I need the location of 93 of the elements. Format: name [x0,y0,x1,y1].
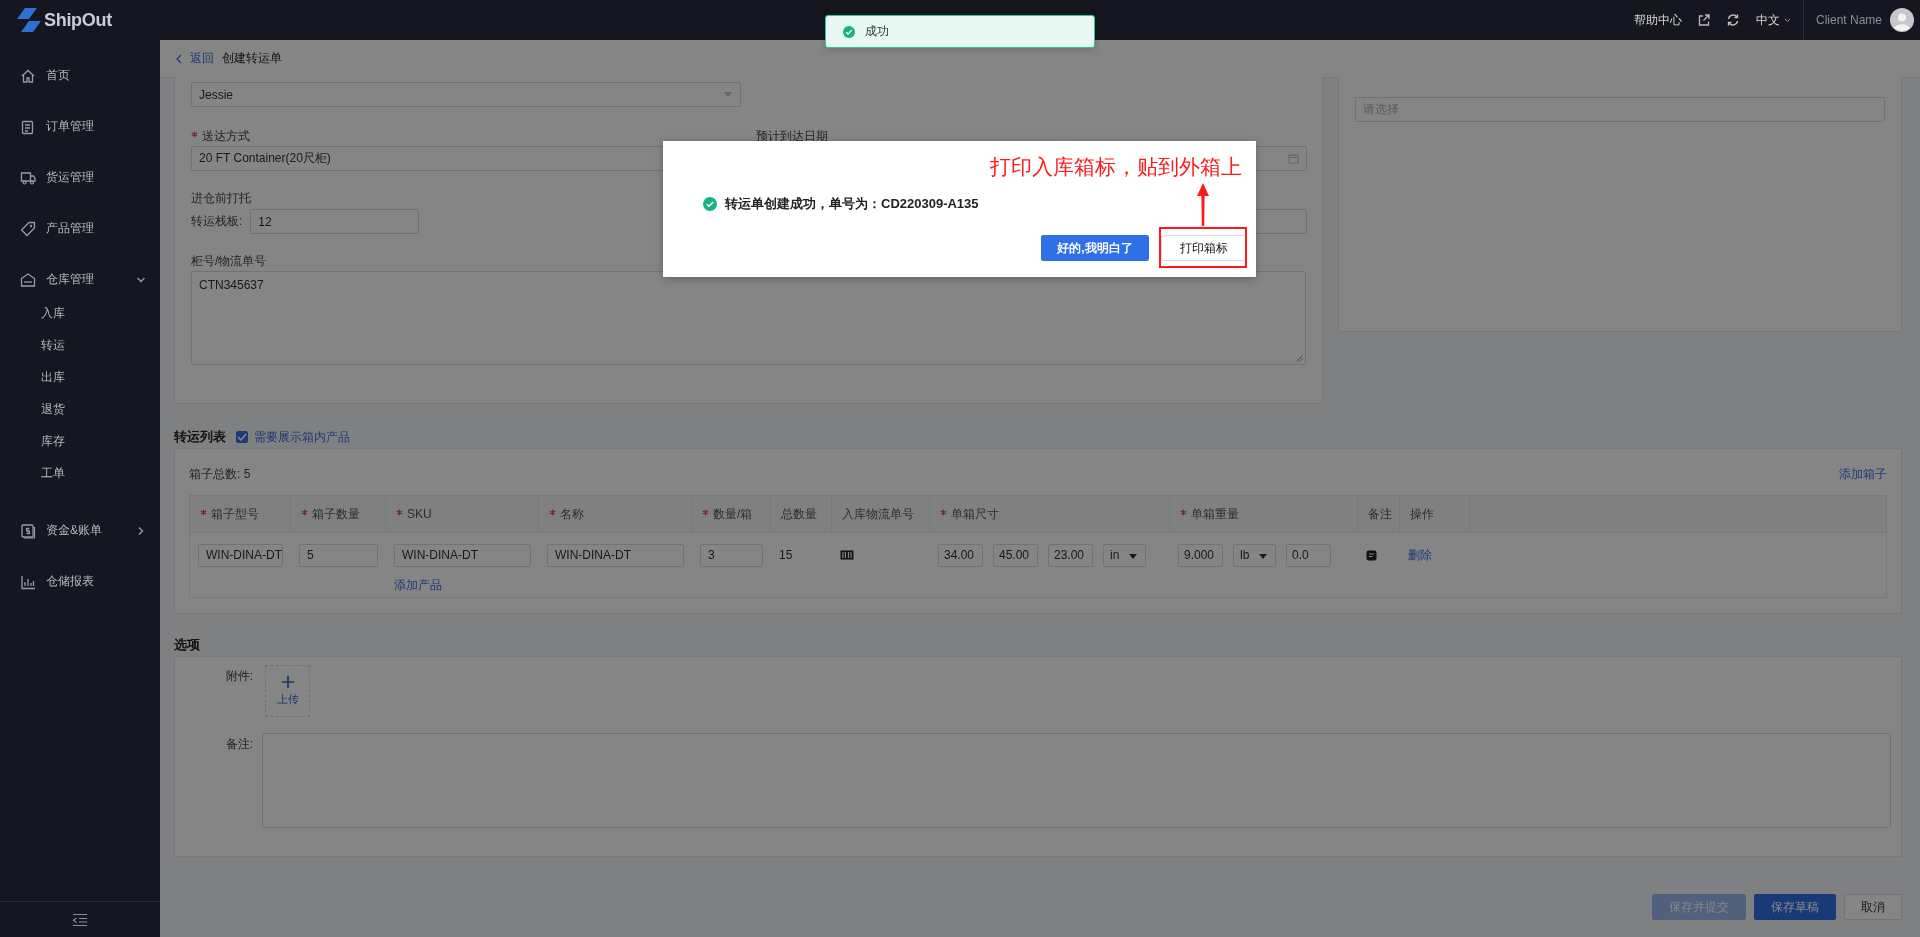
money-icon [20,522,36,539]
back-link[interactable]: 返回 [175,50,214,67]
nav-item[interactable]: 首页 [0,50,160,101]
confirm-button[interactable]: 好的,我明白了 [1041,235,1149,261]
upload-button[interactable]: 上传 [265,665,310,717]
add-box-link[interactable]: 添加箱子 [1839,465,1887,483]
table-input[interactable]: 45.00 [993,543,1038,567]
nav-item[interactable]: 仓储报表 [0,556,160,607]
field-label: 进仓前打托 [191,190,251,207]
table-input[interactable]: 23.00 [1048,543,1093,567]
nav-item[interactable]: 资金&账单 [0,505,160,556]
success-icon [843,25,855,38]
box-total: 箱子总数: 5 [189,465,251,483]
column-header: 操作 [1410,505,1434,523]
warehouse-icon [20,271,36,288]
success-icon [703,197,717,211]
table-input[interactable]: WIN-DINA-DT [198,543,283,567]
logo-text: ShipOut [44,9,112,31]
annotation-text: 打印入库箱标，贴到外箱上 [990,154,1242,180]
table-input[interactable]: WIN-DINA-DT [547,543,684,567]
dropdown-icon [1129,553,1137,559]
field-label: 柜号/物流单号 [191,253,267,270]
page-title: 创建转运单 [222,50,282,67]
nav-item[interactable]: 产品管理 [0,203,160,254]
table-input[interactable]: 9.000 [1178,543,1223,567]
add-product-link[interactable]: 添加产品 [394,578,442,592]
document-icon [20,118,36,135]
language-menu[interactable]: 中文 [1755,11,1791,29]
nav-subitem[interactable]: 转运 [0,329,160,361]
delete-link[interactable]: 删除 [1408,546,1432,564]
check-icon [237,433,247,441]
collapse-menu-icon [72,912,88,927]
export-icon [1697,14,1710,26]
contact-select[interactable]: Jessie [191,82,741,107]
checkbox[interactable] [236,431,248,443]
truck-icon [20,169,36,186]
table-input[interactable]: 3 [700,543,763,567]
field-label: 送达方式 [202,128,250,145]
resize-handle-icon [1296,355,1303,362]
field-label: 转运栈板: [191,213,243,230]
tag-icon [20,220,36,237]
dropdown-icon [1259,553,1267,559]
show-contents-checkbox[interactable]: 需要展示箱内产品 [236,428,350,446]
chart-icon [20,573,36,590]
note-icon [1366,549,1377,561]
container-number-field[interactable]: CTN345637 [191,271,1306,365]
pallet-field[interactable]: 12 [250,209,420,234]
user-name[interactable]: Client Name [1815,13,1882,27]
caret-icon [1783,17,1791,23]
back-icon [175,53,182,64]
save-button[interactable]: 保存草稿 [1754,894,1836,920]
column-header: 数量/箱 [713,505,753,523]
nav-subitem[interactable]: 出库 [0,361,160,393]
plus-icon [281,675,294,688]
field-label: 附件: [224,668,253,685]
cancel-button[interactable]: 取消 [1844,894,1902,920]
nav-subitem[interactable]: 工单 [0,457,160,489]
column-header: 单箱尺寸 [951,505,999,523]
help-link[interactable]: 帮助中心 [1633,11,1682,29]
home-icon [20,67,36,84]
nav-subitem[interactable]: 退货 [0,393,160,425]
nav-item[interactable]: 订单管理 [0,101,160,152]
logo-icon [16,7,42,33]
dropdown-icon [724,92,732,97]
nav-subitem[interactable]: 库存 [0,425,160,457]
chevron-icon [136,525,146,536]
calendar-icon [1288,153,1299,164]
unit-select[interactable]: lb [1233,543,1276,567]
column-header: 总数量 [781,505,817,523]
table-input[interactable]: WIN-DINA-DT [394,543,531,567]
field-label: 备注: [224,736,253,753]
field-label: 预计到达日期 [756,128,828,145]
column-header: SKU [407,507,432,521]
column-header: 备注 [1368,505,1392,523]
column-header: 箱子数量 [312,505,360,523]
nav-item[interactable]: 货运管理 [0,152,160,203]
column-header: 名称 [560,505,584,523]
table-input[interactable]: 34.00 [938,543,983,567]
column-header: 入库物流单号 [842,505,914,523]
toast-message: 成功 [865,23,889,40]
column-header: 单箱重量 [1191,505,1239,523]
section-title: 选项 [174,636,200,654]
dialog-message: 转运单创建成功，单号为：CD220309-A135 [725,195,979,213]
annotation-arrow [1196,183,1210,226]
section-title: 转运列表 [174,428,226,446]
avatar-icon [1890,8,1914,32]
unit-select[interactable]: in [1103,543,1146,567]
table-input[interactable]: 0.0 [1286,543,1331,567]
table-cell: 15 [779,548,793,562]
refresh-icon [1725,13,1740,27]
table-input[interactable]: 5 [299,543,378,567]
barcode-icon [840,550,854,560]
column-header: 箱子型号 [211,505,259,523]
